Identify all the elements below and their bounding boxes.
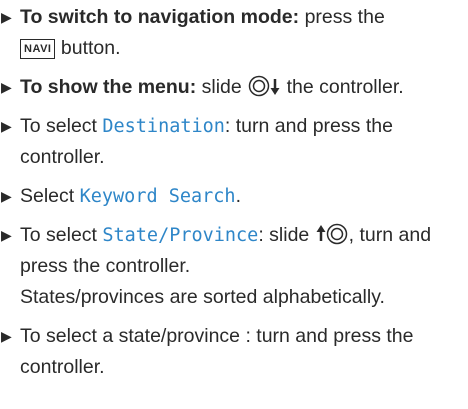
- step-text: : slide: [258, 224, 315, 246]
- step-show-menu: ▶ To show the menu: slide the controller…: [0, 72, 468, 103]
- step-text: Select: [20, 185, 80, 207]
- step-text: To select a state/province : turn and pr…: [20, 325, 414, 378]
- controller-slide-up-icon: [315, 223, 349, 245]
- step-lead: To switch to navigation mode:: [20, 6, 300, 28]
- step-text: To select: [20, 115, 103, 137]
- navi-key-label: NAVI: [20, 39, 56, 59]
- step-switch-navigation: ▶ To switch to navigation mode: press th…: [0, 2, 468, 64]
- step-text: the controller.: [281, 76, 404, 98]
- step-text: button.: [55, 37, 121, 59]
- bullet-arrow-icon: ▶: [1, 188, 12, 204]
- bullet-arrow-icon: ▶: [1, 328, 12, 344]
- bullet-arrow-icon: ▶: [1, 79, 12, 95]
- step-text: .: [235, 185, 241, 207]
- step-lead: To show the menu:: [20, 76, 197, 98]
- step-note: States/provinces are sorted alphabetical…: [20, 286, 385, 308]
- menu-term-destination: Destination: [102, 116, 225, 137]
- step-select-state-province: ▶ To select State/Province: slide , turn…: [0, 220, 468, 313]
- bullet-arrow-icon: ▶: [1, 227, 12, 243]
- bullet-arrow-icon: ▶: [1, 9, 12, 25]
- controller-slide-down-icon: [247, 75, 281, 97]
- step-select-destination: ▶ To select Destination: turn and press …: [0, 111, 468, 173]
- step-text: slide: [196, 76, 248, 98]
- bullet-arrow-icon: ▶: [1, 118, 12, 134]
- step-select-a-state: ▶ To select a state/province : turn and …: [0, 321, 468, 383]
- step-select-keyword-search: ▶ Select Keyword Search.: [0, 181, 468, 212]
- menu-term-state-province: State/Province: [102, 225, 259, 246]
- menu-term-keyword-search: Keyword Search: [79, 186, 236, 207]
- step-text: To select: [20, 224, 103, 246]
- step-text: press the: [299, 6, 385, 28]
- instruction-list: ▶ To switch to navigation mode: press th…: [0, 2, 468, 391]
